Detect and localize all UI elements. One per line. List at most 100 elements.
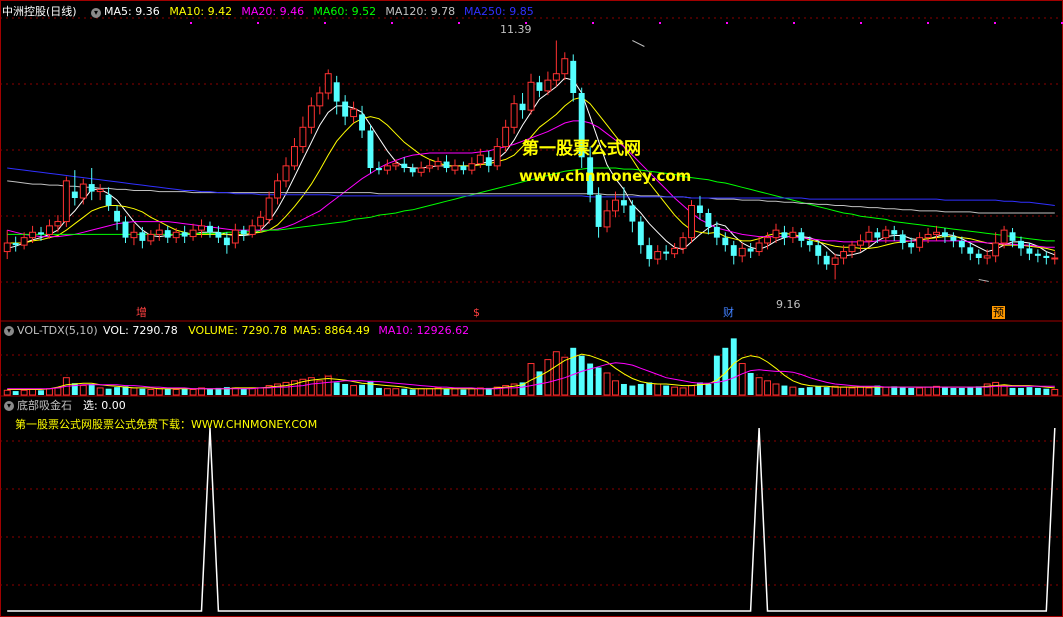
volume-bar-93 (789, 386, 797, 396)
volume-bar-19 (164, 388, 171, 395)
candle-body-108 (916, 237, 924, 248)
chart-canvas[interactable] (0, 0, 1063, 617)
top-dot-10 (860, 22, 862, 24)
ma-label-1: MA10: 9.42 (169, 5, 233, 18)
volume-bar-98 (831, 385, 839, 396)
volume-bar-121 (1026, 387, 1033, 395)
candle-body-47 (401, 163, 408, 168)
candle-body-42 (359, 114, 365, 131)
volume-label-0: VOL: 7290.78 (103, 324, 178, 337)
volume-bar-94 (798, 387, 805, 395)
candle-body-49 (417, 167, 425, 173)
candle-body-89 (755, 242, 763, 253)
volume-bar-39 (333, 382, 340, 395)
marker-dollar[interactable]: $ (472, 306, 481, 319)
volume-bar-13 (114, 387, 121, 395)
volume-bar-124 (1051, 388, 1059, 396)
signal-settings-icon[interactable]: ▾ (4, 401, 14, 411)
candle-body-95 (806, 240, 813, 246)
ma-line-ma120 (7, 180, 1055, 214)
volume-bar-75 (637, 383, 644, 395)
candle-body-22 (189, 229, 197, 238)
candle-body-45 (383, 165, 391, 171)
candle-body-79 (671, 247, 679, 255)
candle-body-87 (738, 247, 746, 257)
candle-body-72 (612, 199, 619, 212)
volume-bar-22 (189, 388, 197, 396)
volume-bar-43 (367, 380, 374, 395)
volume-bar-70 (595, 367, 602, 395)
candle-body-117 (992, 242, 1000, 257)
volume-label-1: VOLUME: 7290.78 (188, 324, 287, 337)
candle-body-115 (975, 253, 982, 258)
volume-bar-28 (240, 388, 247, 395)
volume-bar-4 (38, 390, 44, 395)
candle-body-75 (637, 221, 644, 246)
top-dot-3 (391, 22, 393, 24)
settings-toggle-icon[interactable]: ▾ (91, 8, 101, 18)
volume-bar-77 (654, 383, 662, 396)
marker-yu[interactable]: 预 (992, 306, 1005, 319)
candle-body-28 (240, 230, 247, 235)
candle-body-85 (722, 237, 729, 246)
volume-bar-95 (806, 387, 813, 395)
volume-bar-46 (392, 388, 400, 396)
volume-bar-24 (207, 388, 213, 395)
candle-body-53 (451, 165, 459, 171)
candle-body-62 (527, 81, 535, 111)
stock-title: 中洲控股(日线) (2, 5, 77, 18)
volume-bar-92 (781, 385, 788, 395)
candle-body-99 (840, 251, 848, 259)
volume-bar-65 (552, 351, 560, 396)
volume-bar-1 (12, 391, 19, 395)
candle-body-73 (620, 200, 627, 206)
volume-bar-97 (823, 387, 830, 395)
candle-body-104 (882, 229, 890, 239)
volume-bar-107 (908, 387, 915, 395)
candle-body-25 (215, 232, 222, 238)
candle-body-24 (207, 225, 213, 233)
marker-zeng[interactable]: 增 (135, 306, 148, 319)
candle-body-88 (747, 248, 754, 252)
volume-bar-18 (155, 388, 163, 396)
candle-body-10 (88, 184, 95, 192)
candle-body-96 (815, 245, 822, 256)
volume-bar-68 (578, 355, 585, 395)
candle-body-31 (265, 197, 273, 220)
ma-label-3: MA60: 9.52 (313, 5, 377, 18)
candle-body-9 (79, 183, 87, 199)
top-dot-11 (927, 22, 929, 24)
volume-bar-73 (620, 383, 627, 395)
candle-body-21 (181, 232, 188, 237)
volume-bar-17 (147, 388, 155, 396)
candle-body-118 (1000, 229, 1008, 244)
volume-label-3: MA10: 12926.62 (378, 324, 470, 337)
volume-bar-111 (941, 387, 948, 395)
candle-body-86 (730, 245, 737, 256)
volume-bar-47 (401, 388, 408, 395)
candle-body-61 (519, 103, 526, 111)
volume-bar-81 (688, 385, 695, 396)
ma-label-4: MA120: 9.78 (385, 5, 456, 18)
volume-settings-icon[interactable]: ▾ (4, 326, 14, 336)
candle-body-102 (865, 231, 873, 242)
candle-body-29 (248, 225, 256, 235)
volume-bar-83 (705, 383, 712, 395)
candle-body-121 (1026, 248, 1033, 254)
candle-body-66 (561, 58, 569, 75)
download-text: 第一股票公式网股票公式免费下载：WWW.CHNMONEY.COM (15, 418, 318, 431)
candle-body-63 (536, 82, 543, 91)
candle-body-123 (1043, 255, 1050, 258)
candle-body-90 (764, 237, 772, 244)
candle-body-124 (1051, 257, 1059, 260)
candle-body-106 (899, 234, 906, 243)
top-dot-0 (190, 22, 192, 24)
volume-bar-108 (916, 387, 924, 396)
candle-body-100 (848, 244, 856, 253)
volume-bar-5 (46, 388, 53, 396)
volume-bar-115 (975, 386, 982, 395)
marker-cai[interactable]: 财 (722, 306, 735, 319)
candle-body-82 (697, 205, 703, 213)
top-dot-6 (592, 22, 594, 24)
candle-body-5 (46, 225, 53, 235)
